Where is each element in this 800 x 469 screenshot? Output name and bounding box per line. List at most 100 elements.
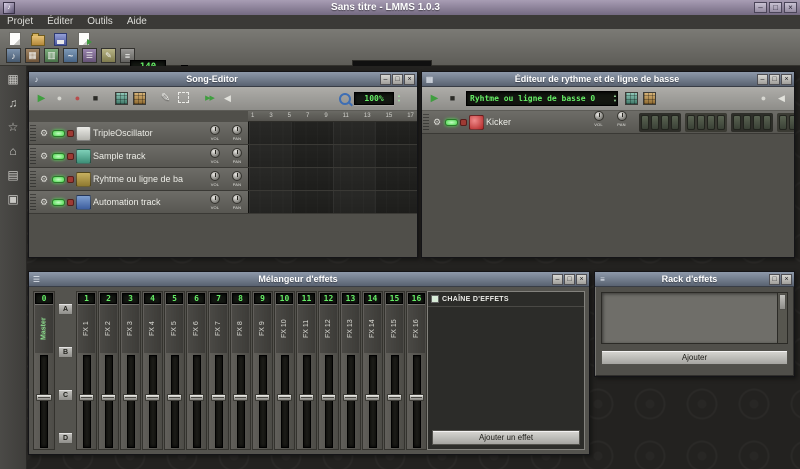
export-project-button[interactable] (75, 31, 92, 47)
fx-volume-fader[interactable] (342, 355, 359, 448)
zoom-level-display[interactable]: 100% (354, 92, 394, 105)
fx-channel-strip[interactable]: 4 FX 4 (142, 291, 163, 450)
fader-handle[interactable] (343, 394, 358, 401)
play-pattern-button[interactable]: ▶ (426, 90, 443, 107)
fader-handle[interactable] (145, 394, 160, 401)
fader-handle[interactable] (233, 394, 248, 401)
fx-channel-name[interactable]: FX 7 (210, 305, 227, 353)
record-button[interactable]: ● (51, 90, 68, 107)
track-name[interactable]: Automation track (93, 197, 202, 207)
menu-item[interactable]: Aide (120, 15, 154, 29)
track-segment-area[interactable] (248, 122, 417, 144)
automation-editor-toggle[interactable] (63, 48, 78, 63)
track-segment-area[interactable] (248, 145, 417, 167)
effects-rack-close-button[interactable]: × (781, 274, 792, 285)
fx-mixer-minimize-button[interactable]: – (552, 274, 563, 285)
window-close-button[interactable]: × (784, 2, 797, 13)
fader-handle[interactable] (409, 394, 424, 401)
fx-channel-strip[interactable]: 6 FX 6 (186, 291, 207, 450)
play-song-button[interactable]: ▶ (33, 90, 50, 107)
bb-editor-toggle[interactable] (25, 48, 40, 63)
solo-led[interactable] (460, 119, 467, 126)
track-drag-grip[interactable] (423, 113, 429, 132)
presets-tab[interactable]: ☆ (4, 119, 22, 135)
song-editor-minimize-button[interactable]: – (380, 74, 391, 85)
beat-step[interactable] (651, 115, 659, 130)
solo-led[interactable] (67, 199, 74, 206)
pattern-selector[interactable]: Ryhtme ou ligne de basse 0 ▲▼ (466, 91, 618, 106)
beat-step[interactable] (717, 115, 725, 130)
fader-handle[interactable] (365, 394, 380, 401)
fader-handle[interactable] (101, 394, 116, 401)
fader-handle[interactable] (189, 394, 204, 401)
fx-mixer-titlebar[interactable]: ☰ Mélangeur d'effets – □ × (29, 272, 589, 287)
remove-steps-button[interactable]: ◀ (773, 90, 790, 107)
edit-mode-button[interactable] (175, 90, 192, 107)
fx-channel-name[interactable]: FX 5 (166, 305, 183, 353)
fader-handle[interactable] (79, 394, 94, 401)
fader-handle[interactable] (299, 394, 314, 401)
solo-led[interactable] (67, 130, 74, 137)
samples-tab[interactable]: ♫ (4, 95, 22, 111)
fx-volume-fader[interactable] (254, 355, 271, 448)
fx-channel-name[interactable]: FX 6 (188, 305, 205, 353)
solo-led[interactable] (67, 153, 74, 160)
track-segment-area[interactable] (248, 191, 417, 213)
beat-step[interactable] (779, 115, 787, 130)
track-drag-grip[interactable] (30, 124, 36, 143)
track-segment-area[interactable] (248, 168, 417, 190)
fx-volume-fader[interactable] (276, 355, 293, 448)
effects-rack-maximize-button[interactable]: □ (769, 274, 780, 285)
pan-knob[interactable] (232, 125, 242, 135)
fx-channel-strip[interactable]: 3 FX 3 (120, 291, 141, 450)
fx-volume-fader[interactable] (188, 355, 205, 448)
volume-knob[interactable] (210, 171, 220, 181)
fx-channel-name[interactable]: FX 12 (320, 305, 337, 353)
track-drag-grip[interactable] (30, 147, 36, 166)
fx-channel-strip[interactable]: 1 FX 1 (76, 291, 97, 450)
track-actions-button[interactable]: ⚙ (38, 197, 50, 208)
back-to-start-button[interactable]: ◀ (219, 90, 236, 107)
fx-channel-strip[interactable]: 7 FX 7 (208, 291, 229, 450)
beat-step[interactable] (641, 115, 649, 130)
fx-channel-strip[interactable]: 9 FX 9 (252, 291, 273, 450)
beat-step[interactable] (661, 115, 669, 130)
fx-group-button[interactable]: D (58, 432, 73, 444)
fx-channel-name[interactable]: FX 3 (122, 305, 139, 353)
fx-volume-fader[interactable] (210, 355, 227, 448)
timeline-ruler[interactable]: 1 3 5 7 9 11 13 15 17 (248, 111, 417, 122)
save-project-button[interactable] (52, 31, 69, 47)
fx-channel-name[interactable]: FX 4 (144, 305, 161, 353)
song-editor-maximize-button[interactable]: □ (392, 74, 403, 85)
grid-button-1[interactable] (115, 92, 128, 105)
fx-channel-name[interactable]: FX 10 (276, 305, 293, 353)
fader-handle[interactable] (277, 394, 292, 401)
track-name[interactable]: Ryhtme ou ligne de ba (93, 174, 202, 184)
track-actions-button[interactable]: ⚙ (38, 128, 50, 139)
record-while-playing-button[interactable]: ● (69, 90, 86, 107)
window-minimize-button[interactable]: – (754, 2, 767, 13)
track-drag-grip[interactable] (30, 170, 36, 189)
track-name[interactable]: TripleOscillator (93, 128, 202, 138)
window-maximize-button[interactable]: □ (769, 2, 782, 13)
bb-editor-minimize-button[interactable]: – (757, 74, 768, 85)
fx-channel-name[interactable]: FX 2 (100, 305, 117, 353)
fx-channel-strip[interactable]: 5 FX 5 (164, 291, 185, 450)
new-project-button[interactable] (6, 31, 23, 47)
computer-tab[interactable]: ▣ (4, 191, 22, 207)
fx-channel-strip[interactable]: 10 FX 10 (274, 291, 295, 450)
fx-channel-strip[interactable]: 15 FX 15 (384, 291, 405, 450)
bb-editor-titlebar[interactable]: ▦ Éditeur de rythme et de ligne de basse… (422, 72, 794, 87)
menu-item[interactable]: Outils (80, 15, 120, 29)
bb-editor-close-button[interactable]: × (781, 74, 792, 85)
piano-roll-toggle[interactable] (44, 48, 59, 63)
draw-mode-button[interactable]: ✎ (157, 90, 174, 107)
beat-step[interactable] (753, 115, 761, 130)
volume-knob[interactable] (210, 148, 220, 158)
fx-volume-fader[interactable] (166, 355, 183, 448)
menu-item[interactable]: Éditer (40, 15, 80, 29)
volume-knob[interactable] (594, 111, 604, 121)
fx-channel-name[interactable]: FX 15 (386, 305, 403, 353)
track-actions-button[interactable]: ⚙ (38, 174, 50, 185)
fader-handle[interactable] (211, 394, 226, 401)
